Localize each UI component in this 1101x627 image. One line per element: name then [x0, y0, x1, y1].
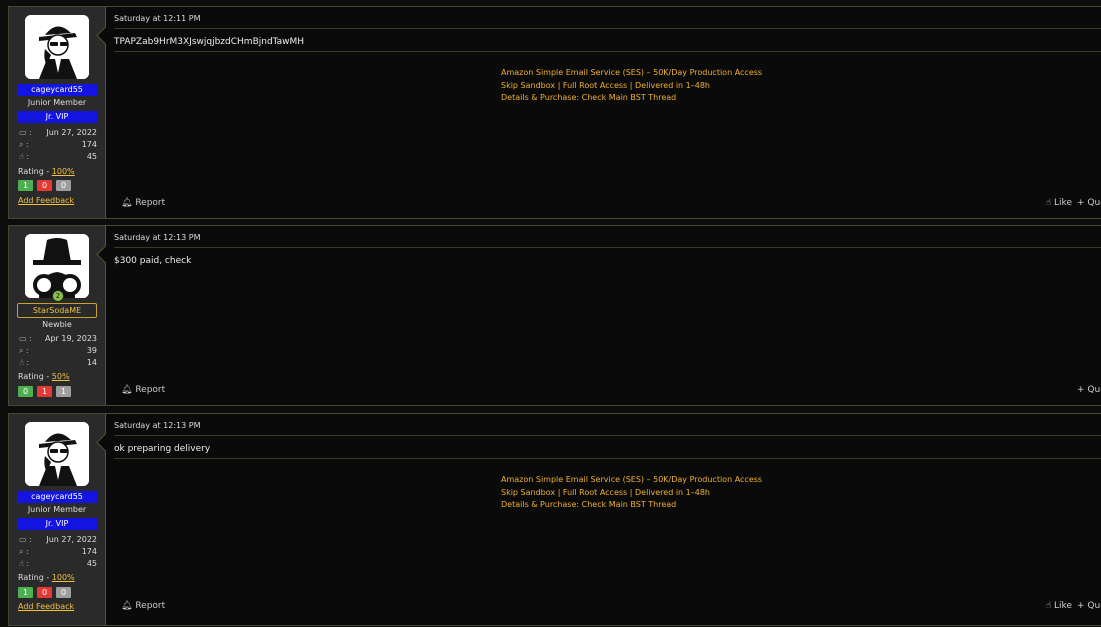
negative-feedback-badge[interactable]: 0 — [37, 180, 52, 191]
user-sidebar: cageycard55 Junior Member Jr. VIP ▭ : Ju… — [9, 414, 106, 625]
bell-icon: 🔔︎ — [121, 601, 133, 611]
divider — [114, 458, 1101, 459]
negative-feedback-badge[interactable]: 1 — [37, 386, 52, 397]
username[interactable]: cageycard55 — [17, 491, 97, 503]
feedback-badges: 100 — [18, 587, 75, 599]
neutral-feedback-badge[interactable]: 1 — [56, 386, 71, 397]
post: 2 StarSodaME Newbie ▭ : Apr 19, 2023 ⌕ :… — [8, 225, 1101, 406]
neutral-feedback-badge[interactable]: 0 — [56, 587, 71, 598]
report-button[interactable]: 🔔︎ Report — [121, 601, 165, 611]
stat-reactions: ☝ : 45 — [19, 152, 97, 161]
quote-button[interactable]: + Quote — [1077, 385, 1101, 395]
feedback-badges: 100 — [18, 180, 75, 192]
calendar-icon: ▭ : — [19, 128, 32, 137]
messages-icon: ⌕ : — [19, 140, 29, 149]
divider — [114, 247, 1101, 248]
plus-icon: + — [1077, 385, 1085, 395]
avatar[interactable] — [25, 234, 89, 298]
rating-link[interactable]: 100% — [52, 573, 75, 582]
user-sidebar: 2 StarSodaME Newbie ▭ : Apr 19, 2023 ⌕ :… — [9, 226, 106, 405]
user-title: Junior Member — [27, 98, 87, 107]
negative-feedback-badge[interactable]: 0 — [37, 587, 52, 598]
username[interactable]: StarSodaME — [17, 303, 97, 318]
bell-icon: 🔔︎ — [121, 198, 133, 208]
post: cageycard55 Junior Member Jr. VIP ▭ : Ju… — [8, 6, 1101, 219]
messages-icon: ⌕ : — [19, 547, 29, 556]
post-timestamp[interactable]: Saturday at 12:11 PM — [114, 14, 201, 23]
divider — [114, 28, 1101, 29]
signature[interactable]: Amazon Simple Email Service (SES) – 50K/… — [501, 67, 762, 105]
report-button[interactable]: 🔔︎ Report — [121, 198, 165, 208]
rating: Rating - 100% — [18, 573, 75, 582]
feedback-badges: 011 — [18, 386, 75, 398]
stat-reactions: ☝ : 14 — [19, 358, 97, 367]
stat-messages: ⌕ : 39 — [19, 346, 97, 355]
like-button[interactable]: ☝ Like — [1046, 198, 1072, 208]
thumbs-up-icon: ☝ : — [19, 358, 30, 367]
add-feedback-link[interactable]: Add Feedback — [18, 196, 74, 205]
report-button[interactable]: 🔔︎ Report — [121, 385, 165, 395]
user-banner: Jr. VIP — [17, 111, 97, 123]
post: cageycard55 Junior Member Jr. VIP ▭ : Ju… — [8, 413, 1101, 626]
avatar[interactable] — [25, 15, 89, 79]
neutral-feedback-badge[interactable]: 0 — [56, 180, 71, 191]
signature[interactable]: Amazon Simple Email Service (SES) – 50K/… — [501, 474, 762, 512]
stat-joined: ▭ : Jun 27, 2022 — [19, 128, 97, 137]
rating-link[interactable]: 50% — [52, 372, 70, 381]
stat-messages: ⌕ : 174 — [19, 140, 97, 149]
post-message: TPAPZab9HrM3XJswjqjbzdCHmBjndTawMH — [114, 37, 305, 47]
calendar-icon: ▭ : — [19, 535, 32, 544]
user-title: Junior Member — [27, 505, 87, 514]
user-banner: Jr. VIP — [17, 518, 97, 530]
stat-messages: ⌕ : 174 — [19, 547, 97, 556]
plus-icon: + — [1077, 198, 1085, 208]
thumbs-up-icon: ☝ : — [19, 152, 30, 161]
like-button[interactable]: ☝ Like — [1046, 601, 1072, 611]
positive-feedback-badge[interactable]: 1 — [18, 180, 33, 191]
plus-icon: + — [1077, 601, 1085, 611]
calendar-icon: ▭ : — [19, 334, 32, 343]
stat-reactions: ☝ : 45 — [19, 559, 97, 568]
thumbs-up-icon: ☝ — [1045, 198, 1052, 208]
post-message: $300 paid, check — [114, 256, 192, 266]
messages-icon: ⌕ : — [19, 346, 29, 355]
user-sidebar: cageycard55 Junior Member Jr. VIP ▭ : Ju… — [9, 7, 106, 218]
divider — [114, 51, 1101, 52]
post-body: Saturday at 12:13 PM ok preparing delive… — [114, 414, 1101, 625]
add-feedback-link[interactable]: Add Feedback — [18, 602, 74, 611]
post-body: Saturday at 12:11 PM TPAPZab9HrM3XJswjqj… — [114, 7, 1101, 218]
user-title: Newbie — [42, 320, 72, 329]
positive-feedback-badge[interactable]: 0 — [18, 386, 33, 397]
rating: Rating - 50% — [18, 372, 70, 381]
thumbs-up-icon: ☝ — [1045, 601, 1052, 611]
rating-link[interactable]: 100% — [52, 167, 75, 176]
online-indicator: 2 — [52, 290, 64, 302]
positive-feedback-badge[interactable]: 1 — [18, 587, 33, 598]
post-body: Saturday at 12:13 PM $300 paid, check 🔔︎… — [114, 226, 1101, 405]
bell-icon: 🔔︎ — [121, 385, 133, 395]
stat-joined: ▭ : Jun 27, 2022 — [19, 535, 97, 544]
rating: Rating - 100% — [18, 167, 75, 176]
thumbs-up-icon: ☝ : — [19, 559, 30, 568]
post-timestamp[interactable]: Saturday at 12:13 PM — [114, 421, 201, 430]
quote-button[interactable]: + Quote — [1077, 601, 1101, 611]
post-timestamp[interactable]: Saturday at 12:13 PM — [114, 233, 201, 242]
quote-button[interactable]: + Quote — [1077, 198, 1101, 208]
divider — [114, 435, 1101, 436]
username[interactable]: cageycard55 — [17, 84, 97, 96]
stat-joined: ▭ : Apr 19, 2023 — [19, 334, 97, 343]
post-message: ok preparing delivery — [114, 444, 211, 454]
avatar[interactable] — [25, 422, 89, 486]
